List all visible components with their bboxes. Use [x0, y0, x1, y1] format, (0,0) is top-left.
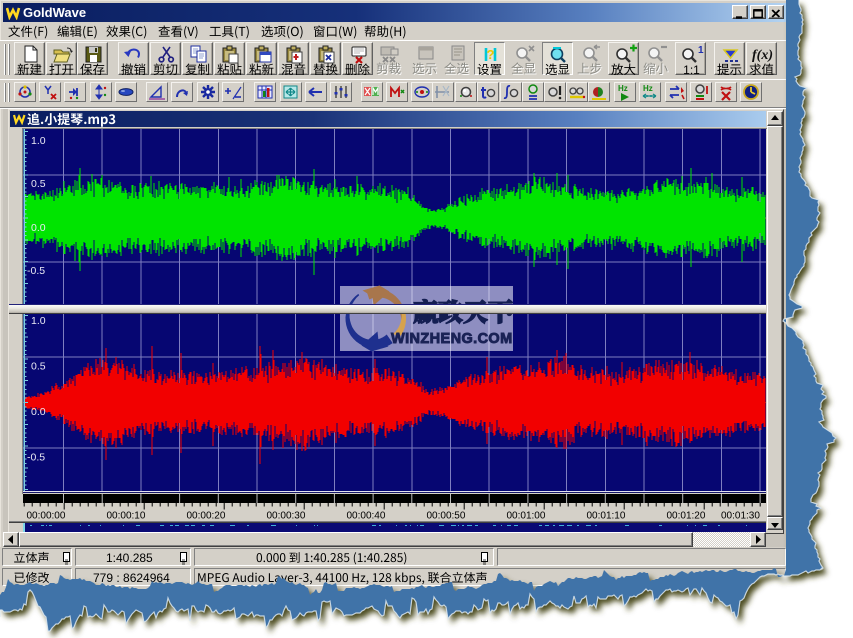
svg-text:0.0: 0.0: [31, 406, 46, 418]
svg-text:00:00:10: 00:00:10: [107, 511, 146, 522]
svg-text:00:00:20: 00:00:20: [187, 511, 226, 522]
svg-text:Hz: Hz: [618, 84, 628, 93]
svg-text:00:00:30: 00:00:30: [267, 511, 306, 522]
svg-text:0.0: 0.0: [31, 222, 46, 234]
svg-text:00:01:10: 00:01:10: [587, 511, 626, 522]
svg-text:-0.5: -0.5: [27, 452, 45, 464]
svg-text:1.0: 1.0: [31, 315, 46, 327]
svg-text:00:00:00: 00:00:00: [27, 511, 66, 522]
svg-text:1.0: 1.0: [31, 135, 46, 147]
svg-text:00:00:50: 00:00:50: [427, 511, 466, 522]
svg-text:1: 1: [698, 45, 704, 56]
svg-text:?: ?: [487, 47, 495, 62]
svg-text:00:01:00: 00:01:00: [507, 511, 546, 522]
svg-text:00:01:20: 00:01:20: [667, 511, 706, 522]
svg-text:Hz: Hz: [643, 84, 653, 93]
svg-text:f(x): f(x): [752, 48, 773, 63]
svg-text:0.5: 0.5: [31, 361, 46, 373]
svg-text:00:01:30: 00:01:30: [721, 511, 760, 522]
svg-text:00:00:40: 00:00:40: [347, 511, 386, 522]
svg-text:0.5: 0.5: [31, 178, 46, 190]
svg-text:-0.5: -0.5: [27, 265, 45, 277]
